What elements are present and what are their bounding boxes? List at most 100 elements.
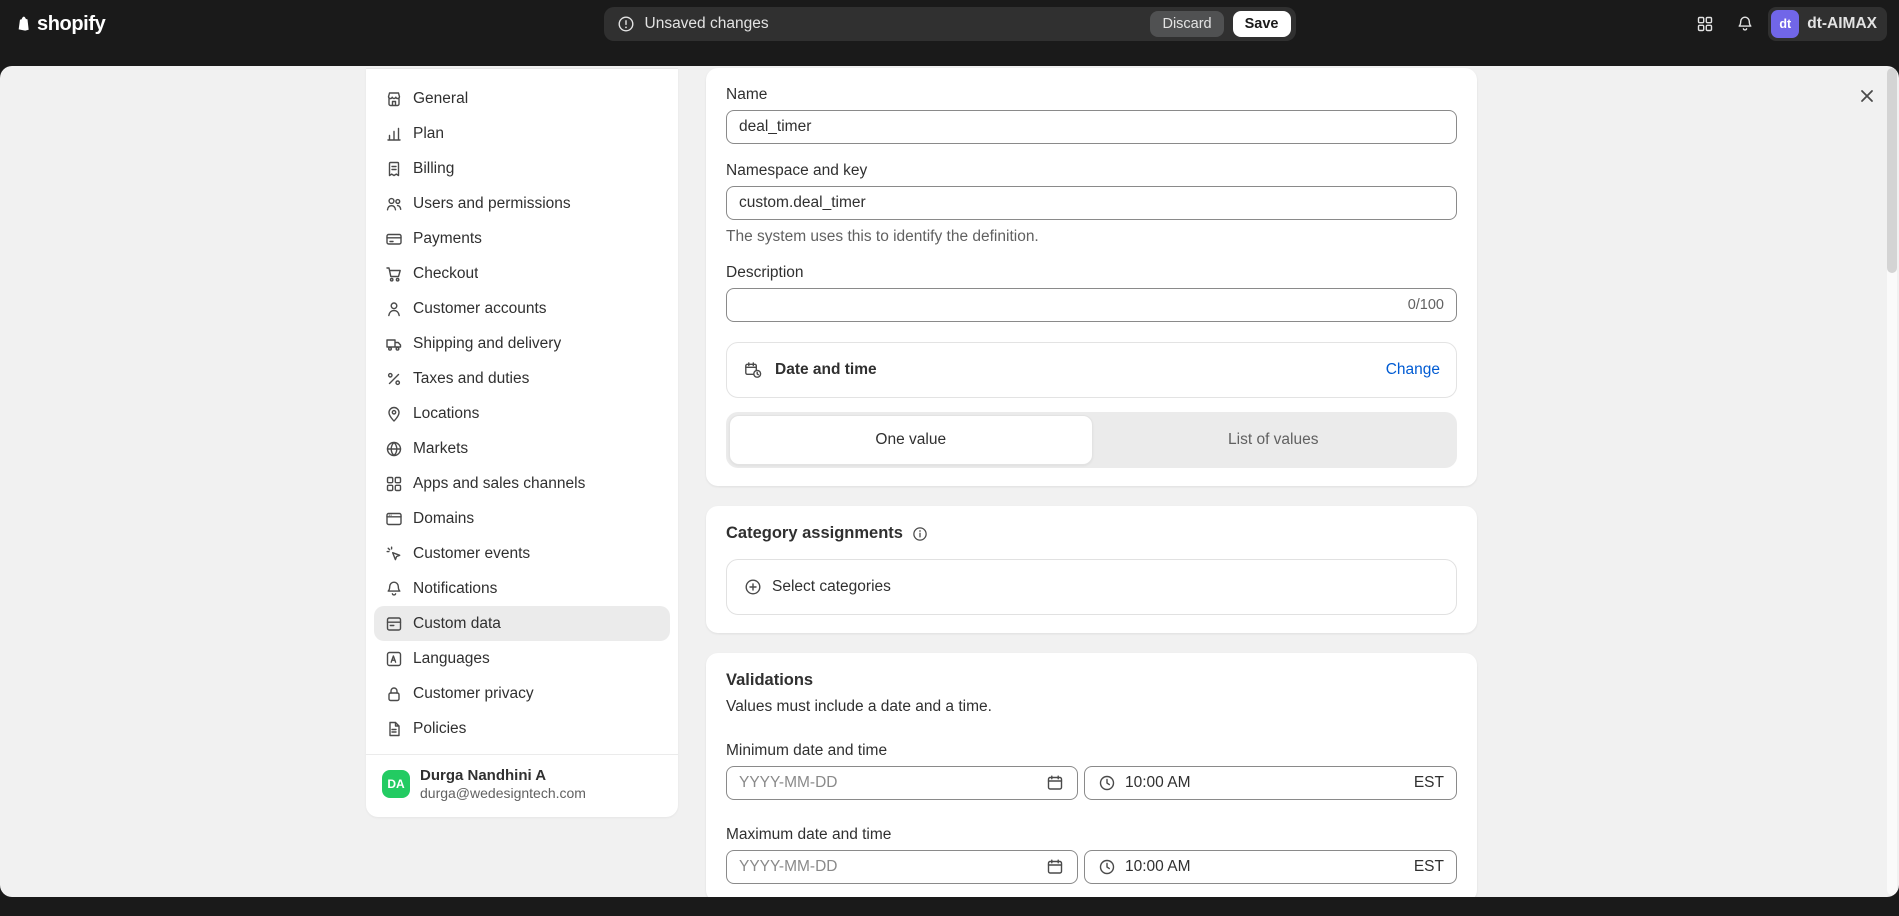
store-name: dt-AIMAX [1807, 15, 1877, 33]
min-date-field[interactable] [726, 766, 1078, 800]
namespace-field[interactable] [726, 186, 1457, 220]
unsaved-changes-bar: Unsaved changes Discard Save [604, 7, 1296, 41]
sidebar-item-plan[interactable]: Plan [374, 116, 670, 151]
min-time-input[interactable] [1125, 774, 1406, 792]
min-date-input[interactable] [739, 774, 1037, 792]
info-icon[interactable] [911, 525, 929, 543]
sidebar-item-customer-privacy[interactable]: Customer privacy [374, 676, 670, 711]
category-card: Category assignments Select categories [706, 506, 1477, 633]
segment-one-value[interactable]: One value [729, 415, 1093, 465]
store-icon [384, 89, 404, 109]
percent-icon [384, 369, 404, 389]
sidebar-item-policies[interactable]: Policies [374, 711, 670, 746]
browser-icon [384, 509, 404, 529]
validations-card: Validations Values must include a date a… [706, 653, 1477, 897]
max-datetime-row: EST [726, 850, 1457, 884]
validations-subtitle: Values must include a date and a time. [726, 698, 1457, 716]
save-button[interactable]: Save [1233, 11, 1291, 37]
cart-icon [384, 264, 404, 284]
sidebar-item-checkout[interactable]: Checkout [374, 256, 670, 291]
sidebar-item-shipping-delivery[interactable]: Shipping and delivery [374, 326, 670, 361]
min-datetime-group: Minimum date and time EST [726, 742, 1457, 800]
max-time-field[interactable]: EST [1084, 850, 1457, 884]
sidebar-item-label: Users and permissions [413, 195, 571, 213]
namespace-help: The system uses this to identify the def… [726, 228, 1457, 246]
min-date-label: Minimum date and time [726, 742, 1457, 760]
segment-list-of-values[interactable]: List of values [1093, 415, 1455, 465]
database-icon [384, 614, 404, 634]
sidebar-item-locations[interactable]: Locations [374, 396, 670, 431]
unsaved-changes-text: Unsaved changes [645, 15, 769, 33]
shopify-bag-icon [14, 14, 34, 34]
receipt-icon [384, 159, 404, 179]
sidebar-item-markets[interactable]: Markets [374, 431, 670, 466]
apps-button[interactable] [1688, 7, 1722, 41]
max-date-label: Maximum date and time [726, 826, 1457, 844]
min-datetime-row: EST [726, 766, 1457, 800]
close-button[interactable] [1853, 82, 1881, 110]
sidebar-item-label: Payments [413, 230, 482, 248]
min-time-field[interactable]: EST [1084, 766, 1457, 800]
sidebar-item-users-permissions[interactable]: Users and permissions [374, 186, 670, 221]
scrollbar-thumb[interactable] [1887, 68, 1897, 273]
change-link[interactable]: Change [1386, 361, 1440, 379]
plus-circle-icon [743, 577, 763, 597]
sidebar-item-label: Plan [413, 125, 444, 143]
sidebar-item-customer-events[interactable]: Customer events [374, 536, 670, 571]
max-datetime-group: Maximum date and time EST [726, 826, 1457, 884]
category-title: Category assignments [726, 524, 903, 543]
sidebar-item-domains[interactable]: Domains [374, 501, 670, 536]
sidebar-item-label: Customer events [413, 545, 530, 563]
document-icon [384, 719, 404, 739]
topbar-right: dt dt-AIMAX [1688, 0, 1887, 48]
description-input[interactable] [739, 296, 1400, 314]
user-info: Durga Nandhini A durga@wedesigntech.com [420, 767, 586, 801]
sidebar-item-label: Languages [413, 650, 490, 668]
max-time-input[interactable] [1125, 858, 1406, 876]
shopify-wordmark: shopify [37, 13, 105, 36]
sidebar-item-billing[interactable]: Billing [374, 151, 670, 186]
name-field[interactable] [726, 110, 1457, 144]
category-title-row: Category assignments [726, 524, 1457, 543]
calendar-icon [1045, 857, 1065, 877]
shopify-admin: shopify Unsaved changes Discard Save [0, 0, 1899, 916]
namespace-label: Namespace and key [726, 162, 1457, 180]
sidebar-item-general[interactable]: General [374, 81, 670, 116]
settings-content: Name Namespace and key The system uses t… [706, 68, 1477, 897]
calendar-clock-icon [743, 360, 763, 380]
sidebar-item-label: Customer accounts [413, 300, 547, 318]
credit-card-icon [384, 229, 404, 249]
type-row: Date and time Change [726, 342, 1457, 398]
translate-icon [384, 649, 404, 669]
user-name: Durga Nandhini A [420, 767, 586, 784]
close-icon [1857, 86, 1877, 106]
sidebar-item-notifications[interactable]: Notifications [374, 571, 670, 606]
location-pin-icon [384, 404, 404, 424]
shopify-logo[interactable]: shopify [14, 0, 105, 48]
namespace-input[interactable] [739, 194, 1444, 212]
max-date-input[interactable] [739, 858, 1037, 876]
char-counter: 0/100 [1408, 297, 1444, 313]
sidebar-item-customer-accounts[interactable]: Customer accounts [374, 291, 670, 326]
scrollbar[interactable] [1887, 68, 1897, 895]
sidebar-item-label: Notifications [413, 580, 497, 598]
lock-icon [384, 684, 404, 704]
description-field[interactable]: 0/100 [726, 288, 1457, 322]
name-input[interactable] [739, 118, 1444, 136]
clock-icon [1097, 857, 1117, 877]
discard-button[interactable]: Discard [1150, 11, 1223, 37]
select-categories-button[interactable]: Select categories [726, 559, 1457, 615]
store-menu-button[interactable]: dt dt-AIMAX [1768, 7, 1887, 41]
sidebar-item-taxes-duties[interactable]: Taxes and duties [374, 361, 670, 396]
notifications-button[interactable] [1728, 7, 1762, 41]
sidebar-item-custom-data[interactable]: Custom data [374, 606, 670, 641]
truck-icon [384, 334, 404, 354]
sidebar-item-languages[interactable]: Languages [374, 641, 670, 676]
type-label: Date and time [775, 361, 877, 379]
sidebar-item-label: Domains [413, 510, 474, 528]
sidebar-user: DA Durga Nandhini A durga@wedesigntech.c… [366, 754, 678, 817]
max-date-field[interactable] [726, 850, 1078, 884]
sidebar-item-apps-sales-channels[interactable]: Apps and sales channels [374, 466, 670, 501]
description-label: Description [726, 264, 1457, 282]
sidebar-item-payments[interactable]: Payments [374, 221, 670, 256]
